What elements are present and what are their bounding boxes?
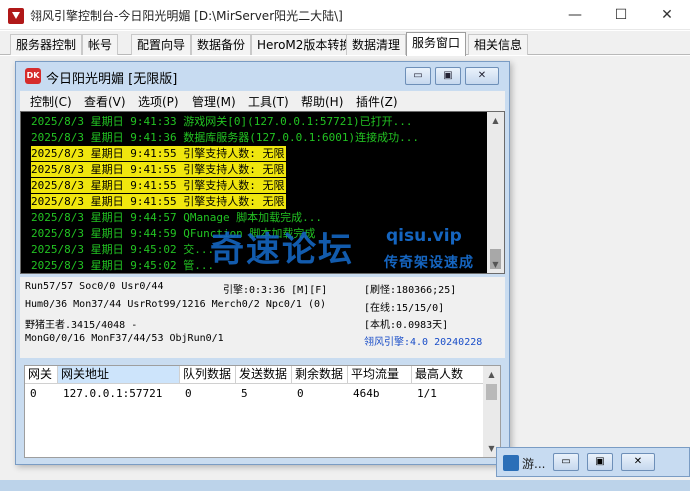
status-run: Run57/57 Soc0/0 Usr0/44 [25, 281, 164, 292]
watermark: 奇速论坛 qisu.vip 传奇架设速成 [210, 222, 510, 282]
log-line: 2025/8/3 星期日 9:45:02 管... [31, 259, 215, 272]
col-remain-data[interactable]: 剩余数据 [292, 366, 348, 384]
status-panel: Run57/57 Soc0/0 Usr0/44 引擎:0:3:36 [M][F]… [20, 277, 505, 358]
watermark-url: qisu.vip [386, 226, 462, 246]
main-tabbar: 服务器控制 帐号 配置向导 数据备份 HeroM2版本转换 数据清理 服务窗口 … [0, 31, 690, 56]
log-line: 2025/8/3 星期日 9:41:55 引擎支持人数: 无限 [31, 178, 287, 193]
menu-tools[interactable]: 工具(T) [248, 93, 289, 110]
col-max-players[interactable]: 最高人数 [412, 366, 484, 384]
status-mon: MonG0/0/16 MonF37/44/53 ObjRun0/1 [25, 333, 224, 344]
gateway-scrollbar[interactable]: ▲ ▼ [483, 366, 500, 457]
status-engine-time: 引擎:0:3:36 [M][F] [223, 285, 328, 296]
cell-queue: 0 [185, 387, 192, 400]
menu-help[interactable]: 帮助(H) [301, 93, 343, 110]
tab-related-info[interactable]: 相关信息 [468, 34, 529, 55]
minimized-window-title: 游... [522, 457, 546, 471]
maximize-min-button[interactable]: ▣ [587, 453, 613, 471]
status-wild: 野猪王者.3415/4048 - [25, 320, 138, 331]
restore-button[interactable]: ▭ [553, 453, 579, 471]
status-hum: Hum0/36 Mon37/44 UsrRot99/1216 Merch0/2 … [25, 299, 327, 310]
tab-config-wizard[interactable]: 配置向导 [131, 34, 192, 55]
scroll-up-arrow-icon[interactable]: ▲ [487, 112, 504, 129]
menu-bar: 控制(C) 查看(V) 选项(P) 管理(M) 工具(T) 帮助(H) 插件(Z… [20, 91, 505, 111]
col-send-data[interactable]: 发送数据 [236, 366, 292, 384]
status-version: 翎风引擎:4.0 20240228 [364, 337, 483, 348]
menu-manage[interactable]: 管理(M) [192, 93, 236, 110]
watermark-title: 奇速论坛 [210, 230, 354, 270]
tab-data-backup[interactable]: 数据备份 [191, 34, 252, 55]
log-line: 2025/8/3 星期日 9:41:36 数据库服务器(127.0.0.1:60… [31, 131, 420, 144]
cell-send: 5 [241, 387, 248, 400]
log-line: 2025/8/3 星期日 9:45:02 交... [31, 243, 215, 256]
menu-control[interactable]: 控制(C) [30, 93, 72, 110]
gateway-table[interactable]: 网关 网关地址 队列数据 发送数据 剩余数据 平均流量 最高人数 0 127.0… [24, 365, 501, 458]
gw-scroll-thumb[interactable] [486, 384, 497, 400]
cell-remain: 0 [297, 387, 304, 400]
app-icon: DK [25, 68, 41, 84]
tab-data-cleanup[interactable]: 数据清理 [346, 34, 407, 55]
watermark-slogan: 传奇架设速成 [384, 255, 474, 271]
status-refresh: [刷怪:180366;25] [364, 285, 457, 296]
mdi-minimize-button[interactable]: ▭ [405, 67, 431, 85]
app-titlebar: 翎风引擎控制台-今日阳光明媚 [D:\MirServer阳光二大陆\] — ☐ … [0, 0, 690, 30]
col-gateway[interactable]: 网关 [25, 366, 58, 384]
log-line: 2025/8/3 星期日 9:41:33 游戏网关[0](127.0.0.1:5… [31, 115, 413, 128]
minimized-window-icon [503, 455, 519, 471]
bottom-strip [0, 480, 690, 491]
app-logo-icon [8, 8, 24, 24]
log-line: 2025/8/3 星期日 9:41:55 引擎支持人数: 无限 [31, 194, 287, 209]
tab-herom2-convert[interactable]: HeroM2版本转换 [251, 34, 358, 55]
gw-scroll-up-icon[interactable]: ▲ [483, 366, 500, 383]
col-queue-data[interactable]: 队列数据 [180, 366, 236, 384]
menu-view[interactable]: 查看(V) [84, 93, 126, 110]
mdi-maximize-button[interactable]: ▣ [435, 67, 461, 85]
server-window-title: 今日阳光明媚 [无限版] [46, 72, 178, 87]
minimize-button[interactable]: — [552, 0, 598, 30]
minimized-window[interactable]: 游... ▭ ▣ ✕ [496, 447, 690, 477]
tab-server-control[interactable]: 服务器控制 [10, 34, 83, 55]
col-gateway-address[interactable]: 网关地址 [58, 366, 180, 384]
server-window-titlebar[interactable]: DK 今日阳光明媚 [无限版] ▭ ▣ ✕ [16, 62, 509, 90]
log-line: 2025/8/3 星期日 9:41:55 引擎支持人数: 无限 [31, 162, 287, 177]
tab-account[interactable]: 帐号 [82, 34, 119, 55]
cell-gateway: 0 [30, 387, 37, 400]
tab-service-window[interactable]: 服务窗口 [406, 32, 467, 56]
status-local: [本机:0.0983天] [364, 320, 449, 331]
menu-options[interactable]: 选项(P) [138, 93, 179, 110]
col-avg-traffic[interactable]: 平均流量 [348, 366, 412, 384]
cell-address: 127.0.0.1:57721 [63, 387, 163, 400]
gateway-table-header: 网关 网关地址 队列数据 发送数据 剩余数据 平均流量 最高人数 [25, 366, 500, 384]
close-min-button[interactable]: ✕ [621, 453, 655, 471]
log-line: 2025/8/3 星期日 9:41:55 引擎支持人数: 无限 [31, 146, 287, 161]
app-title: 翎风引擎控制台-今日阳光明媚 [D:\MirServer阳光二大陆\] [30, 9, 343, 23]
menu-plugins[interactable]: 插件(Z) [356, 93, 398, 110]
mdi-close-button[interactable]: ✕ [465, 67, 499, 85]
cell-max: 1/1 [417, 387, 437, 400]
maximize-button[interactable]: ☐ [598, 0, 644, 30]
status-online: [在线:15/15/0] [364, 303, 445, 314]
cell-avg: 464b [353, 387, 380, 400]
close-button[interactable]: ✕ [644, 0, 690, 30]
